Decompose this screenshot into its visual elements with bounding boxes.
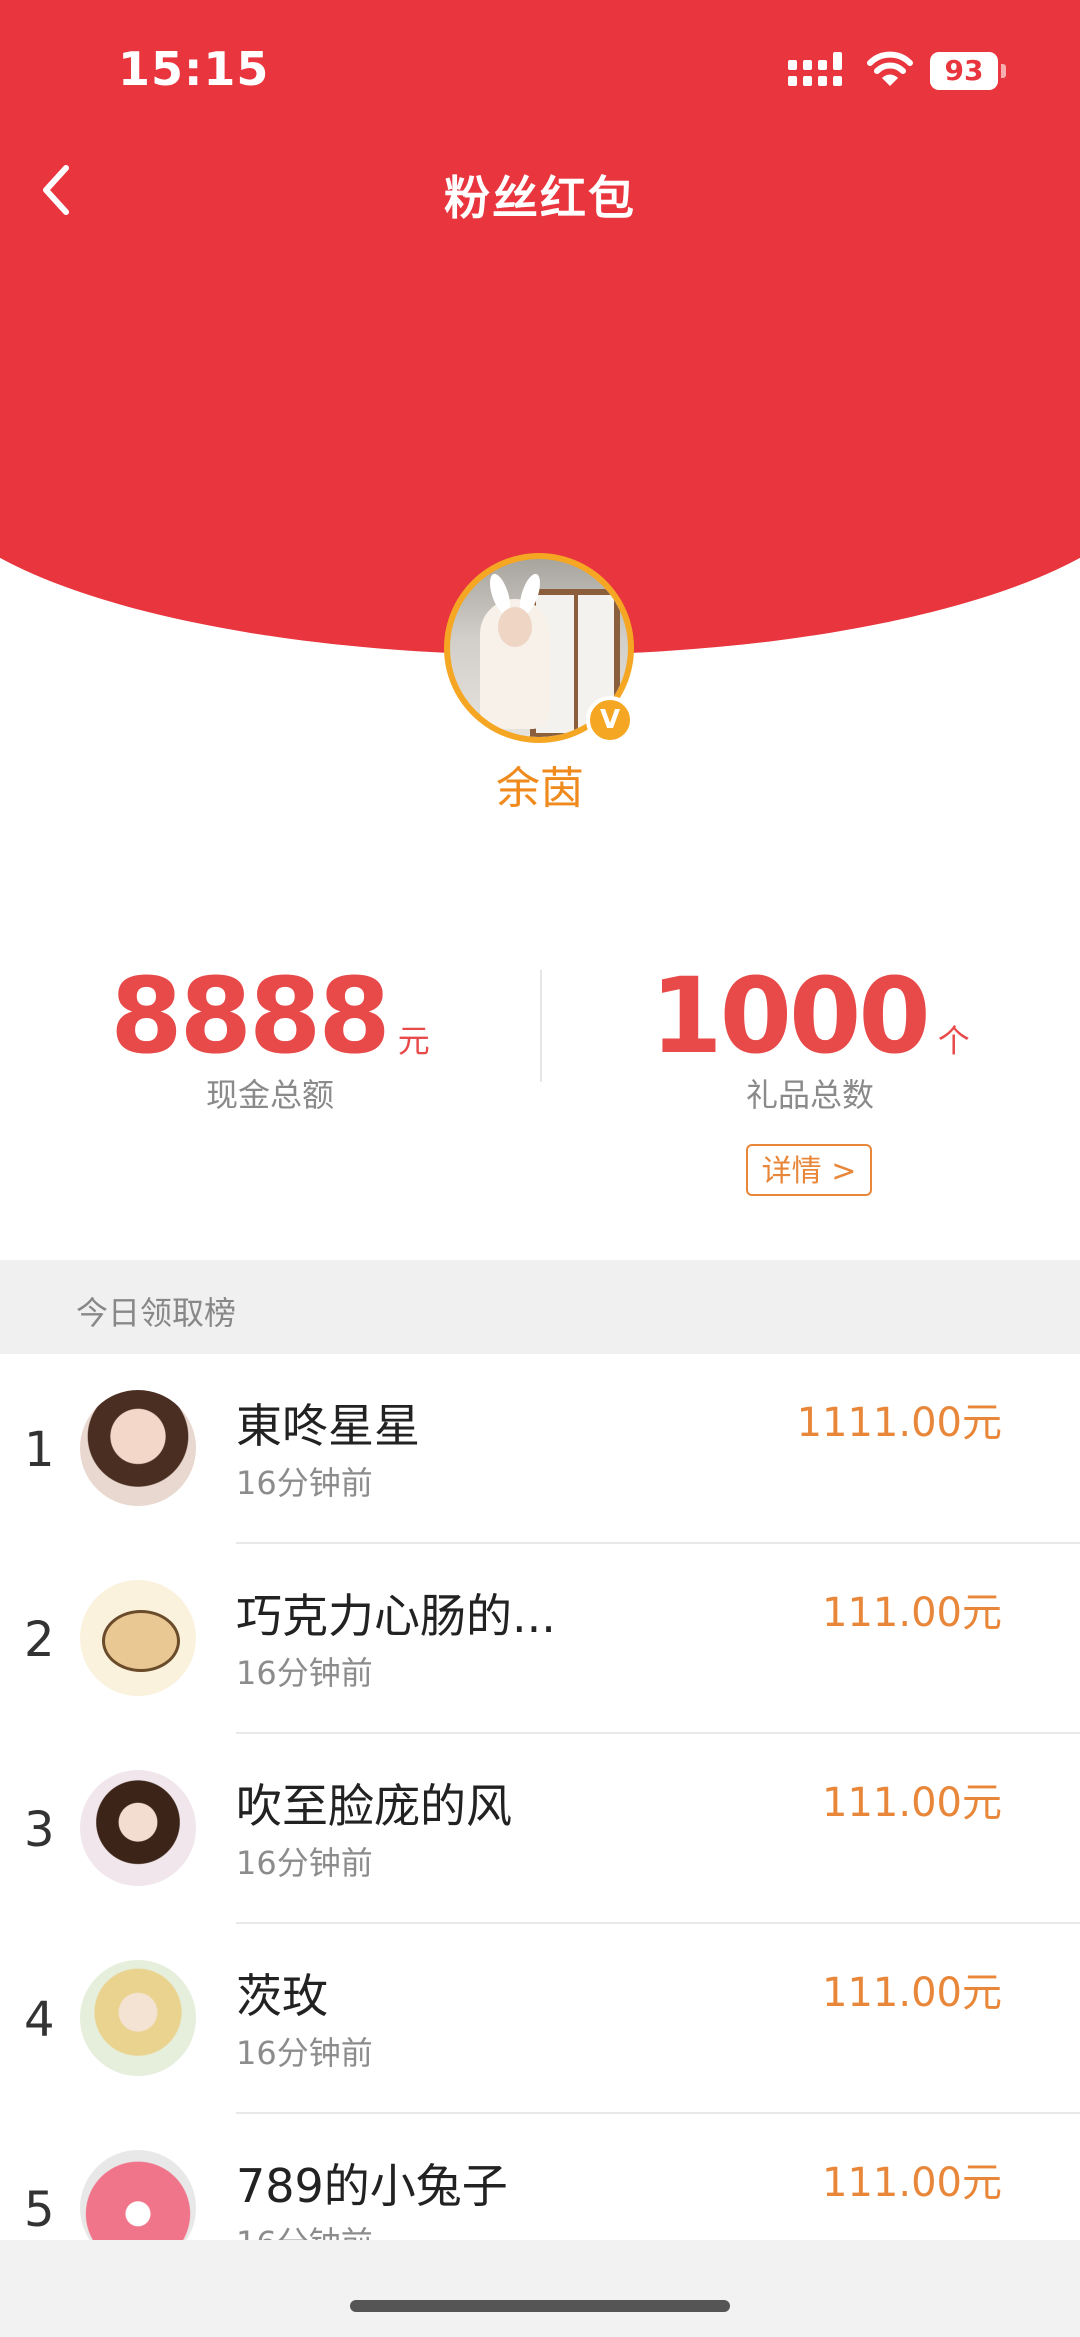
verified-badge-icon: V (586, 696, 634, 744)
leaderboard-header: 今日领取榜 (0, 1260, 1080, 1354)
gift-count-label: 礼品总数 (745, 1076, 874, 1114)
battery-tip (1001, 64, 1006, 78)
list-item[interactable]: 1 東咚星星 16分钟前 1111.00元 (0, 1354, 1080, 1544)
claim-amount: 111.00元 (822, 1970, 1002, 2016)
cash-total-stat: 8888 元 (0, 955, 540, 1077)
cellular-signal-icon (788, 52, 842, 86)
cash-total-label: 现金总额 (205, 1076, 334, 1114)
user-name: 茨玫 (236, 1969, 328, 2023)
gift-count-value: 1000 (650, 955, 930, 1077)
user-name: 吹至脸庞的风 (236, 1779, 512, 1833)
home-indicator[interactable] (350, 2300, 730, 2312)
cash-total-unit: 元 (397, 1022, 430, 1060)
user-avatar[interactable] (80, 1770, 196, 1886)
details-button[interactable]: 详情 > (746, 1144, 872, 1196)
user-avatar[interactable] (80, 1960, 196, 2076)
bottom-bar (0, 2240, 1080, 2337)
claim-time: 16分钟前 (236, 2034, 373, 2072)
claim-amount: 111.00元 (822, 2160, 1002, 2206)
rank-number: 5 (24, 2182, 55, 2238)
user-name: 巧克力心肠的... (236, 1589, 556, 1643)
gift-count-unit: 个 (937, 1022, 970, 1060)
rank-number: 2 (24, 1612, 55, 1668)
claim-amount: 111.00元 (822, 1780, 1002, 1826)
claim-amount: 1111.00元 (796, 1400, 1002, 1446)
gift-count-stat: 1000 个 (540, 955, 1080, 1077)
user-avatar[interactable] (80, 1390, 196, 1506)
list-item[interactable]: 2 巧克力心肠的... 16分钟前 111.00元 (0, 1544, 1080, 1734)
list-item[interactable]: 3 吹至脸庞的风 16分钟前 111.00元 (0, 1734, 1080, 1924)
claim-time: 16分钟前 (236, 1844, 373, 1882)
page-title: 粉丝红包 (444, 171, 636, 225)
user-avatar[interactable] (80, 1580, 196, 1696)
claim-time: 16分钟前 (236, 1654, 373, 1692)
profile-name[interactable]: 余茵 (0, 752, 1080, 816)
leaderboard-title: 今日领取榜 (76, 1294, 237, 1332)
cash-total-value: 8888 (110, 955, 390, 1077)
rank-number: 3 (24, 1802, 55, 1858)
leaderboard-list: 1 東咚星星 16分钟前 1111.00元 2 巧克力心肠的... 16分钟前 … (0, 1354, 1080, 2304)
wifi-icon (867, 51, 913, 86)
battery-level: 93 (930, 52, 998, 90)
claim-time: 16分钟前 (236, 1464, 373, 1502)
user-name: 789的小兔子 (236, 2159, 508, 2213)
rank-number: 1 (24, 1422, 55, 1478)
user-name: 東咚星星 (236, 1399, 420, 1453)
status-bar: 15:15 93 (0, 0, 1080, 140)
list-item[interactable]: 4 茨玫 16分钟前 111.00元 (0, 1924, 1080, 2114)
rank-number: 4 (24, 1992, 55, 2048)
status-time: 15:15 (118, 42, 270, 96)
claim-amount: 111.00元 (822, 1590, 1002, 1636)
